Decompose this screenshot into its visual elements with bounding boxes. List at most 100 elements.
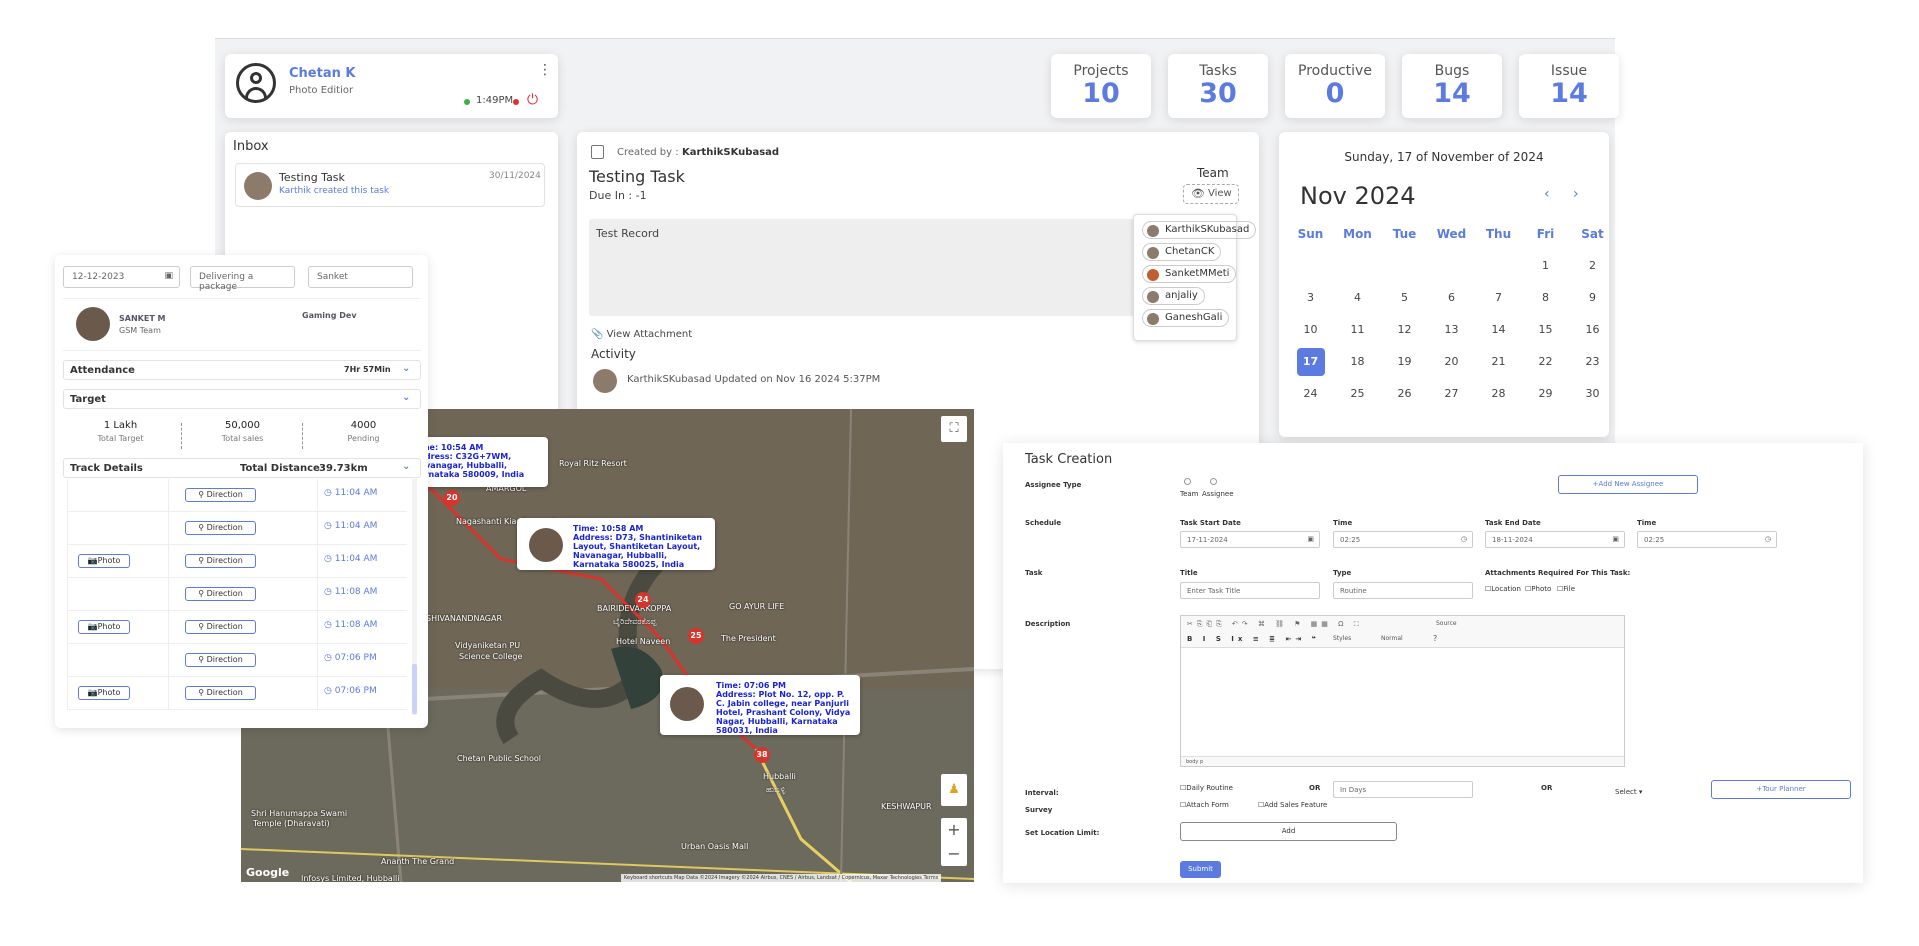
calendar-day[interactable]: 16 [1569, 314, 1616, 346]
calendar-day[interactable]: 13 [1428, 314, 1475, 346]
calendar-day[interactable]: 30 [1569, 378, 1616, 410]
tour-planner-button[interactable]: +Tour Planner [1711, 780, 1851, 799]
photo-button[interactable]: 📷Photo [78, 620, 130, 634]
attach-form-checkbox[interactable]: ☐Attach Form [1180, 801, 1229, 809]
calendar-day[interactable]: 19 [1381, 346, 1428, 378]
calendar-day[interactable]: 21 [1475, 346, 1522, 378]
zoom-out-button[interactable]: − [941, 842, 967, 866]
user-input[interactable]: Sanket [308, 266, 413, 288]
stat-tasks[interactable]: Tasks 30 [1168, 54, 1268, 118]
profile-time: 1:49PM [476, 95, 514, 106]
date-input[interactable]: 12-12-2023 ▣ [63, 266, 180, 288]
zoom-in-button[interactable]: + [941, 818, 967, 842]
photo-checkbox[interactable]: ☐Photo [1525, 585, 1551, 593]
team-member[interactable]: anjaliy [1142, 287, 1205, 305]
calendar-day[interactable]: 6 [1428, 282, 1475, 314]
end-time-input[interactable]: 02:25 ◷ [1637, 531, 1777, 548]
stat-projects[interactable]: Projects 10 [1051, 54, 1151, 118]
direction-button[interactable]: ⚲ Direction [185, 488, 256, 502]
type-input[interactable]: Routine [1333, 582, 1473, 599]
inbox-item[interactable]: Testing Task Karthik created this task 3… [235, 163, 545, 207]
calendar-day[interactable]: 15 [1522, 314, 1569, 346]
map-popup-2: Time: 10:58 AM Address: D73, Shantiniketa… [517, 518, 715, 570]
direction-button[interactable]: ⚲ Direction [185, 554, 256, 568]
direction-button[interactable]: ⚲ Direction [185, 653, 256, 667]
track-panel: 12-12-2023 ▣ Delivering a package Sanket … [55, 255, 428, 728]
select-dropdown[interactable]: Select ▾ [1615, 788, 1642, 796]
team-member[interactable]: ChetanCK [1142, 243, 1222, 261]
team-member[interactable]: GaneshGali [1142, 309, 1230, 327]
calendar-day[interactable]: 1 [1522, 250, 1569, 282]
task-title-input[interactable]: Enter Task Title [1180, 582, 1320, 599]
calendar-day[interactable]: 3 [1287, 282, 1334, 314]
team-list: KarthikSKubasad ChetanCK SanketMMeti anjali… [1133, 214, 1257, 341]
view-attachment-link[interactable]: 📎 View Attachment [591, 329, 692, 340]
calendar-day[interactable]: 17 [1287, 346, 1334, 378]
map-marker-pin[interactable]: 20 [444, 490, 460, 506]
calendar-day[interactable]: 12 [1381, 314, 1428, 346]
calendar-day[interactable]: 25 [1334, 378, 1381, 410]
calendar-day[interactable]: 5 [1381, 282, 1428, 314]
next-month-icon[interactable]: › [1573, 186, 1579, 202]
team-member[interactable]: SanketMMeti [1142, 265, 1237, 283]
add-new-assignee-button[interactable]: +Add New Assignee [1558, 475, 1698, 494]
direction-button[interactable]: ⚲ Direction [185, 620, 256, 634]
map-attribution[interactable]: Keyboard shortcuts Map Data ©2024 Imager… [621, 874, 942, 882]
calendar-day[interactable]: 28 [1475, 378, 1522, 410]
calendar-day[interactable]: 20 [1428, 346, 1475, 378]
calendar-day[interactable]: 27 [1428, 378, 1475, 410]
calendar-day[interactable]: 23 [1569, 346, 1616, 378]
calendar-day[interactable]: 2 [1569, 250, 1616, 282]
pegman-icon[interactable]: ♟ [941, 774, 967, 806]
end-date-input[interactable]: 18-11-2024 ▣ [1485, 531, 1625, 548]
direction-button[interactable]: ⚲ Direction [185, 521, 256, 535]
scrollbar[interactable] [412, 479, 417, 715]
start-time-input[interactable]: 02:25 ◷ [1333, 531, 1473, 548]
stat-productive[interactable]: Productive 0 [1285, 54, 1385, 118]
file-checkbox[interactable]: ☐File [1557, 585, 1575, 593]
direction-button[interactable]: ⚲ Direction [185, 587, 256, 601]
calendar-day[interactable]: 4 [1334, 282, 1381, 314]
rich-text-editor[interactable]: ✂⎘⎗⎘ ↶↷ ⌘ ⛓ ⚑ ▦▦ Ω ⛶ Source B I S Ix ≡ ≣… [1180, 615, 1625, 767]
team-member[interactable]: KarthikSKubasad [1142, 221, 1257, 239]
sales-feature-checkbox[interactable]: ☐Add Sales Feature [1258, 801, 1327, 809]
map-marker-pin[interactable]: 38 [754, 747, 770, 763]
map-marker-pin[interactable]: 25 [688, 628, 704, 644]
map-marker-pin[interactable]: 24 [635, 592, 651, 608]
add-location-button[interactable]: Add [1180, 822, 1397, 841]
track-details-section[interactable]: Track Details Total Distance 39.73km ⌄ [63, 458, 421, 478]
task-input[interactable]: Delivering a package [190, 266, 295, 292]
photo-button[interactable]: 📷Photo [78, 686, 130, 700]
calendar-day[interactable]: 11 [1334, 314, 1381, 346]
target-section[interactable]: Target ⌄ [63, 389, 421, 409]
calendar-day[interactable]: 9 [1569, 282, 1616, 314]
direction-button[interactable]: ⚲ Direction [185, 686, 256, 700]
view-team-button[interactable]: 👁 View [1183, 184, 1239, 204]
assignee-radio[interactable] [1210, 478, 1217, 485]
logout-icon[interactable]: ⏻ [527, 92, 538, 108]
calendar-day[interactable]: 18 [1334, 346, 1381, 378]
stat-bugs[interactable]: Bugs 14 [1402, 54, 1502, 118]
stat-issue[interactable]: Issue 14 [1519, 54, 1619, 118]
fullscreen-icon[interactable]: ⛶ [941, 416, 967, 442]
calendar-day[interactable]: 22 [1522, 346, 1569, 378]
prev-month-icon[interactable]: ‹ [1544, 186, 1550, 202]
calendar-day[interactable]: 8 [1522, 282, 1569, 314]
daily-routine-checkbox[interactable]: ☐Daily Routine [1180, 784, 1233, 792]
attendance-section[interactable]: Attendance 7Hr 57Min ⌄ [63, 360, 421, 380]
in-days-input[interactable]: In Days [1333, 781, 1473, 798]
calendar-day[interactable]: 26 [1381, 378, 1428, 410]
calendar-day[interactable]: 14 [1475, 314, 1522, 346]
calendar-day[interactable]: 24 [1287, 378, 1334, 410]
calendar-day[interactable]: 10 [1287, 314, 1334, 346]
calendar-day[interactable]: 29 [1522, 378, 1569, 410]
photo-button[interactable]: 📷Photo [78, 554, 130, 568]
more-icon[interactable]: ⋮ [538, 63, 552, 77]
map-label: Shri Hanumappa Swami [251, 809, 348, 818]
team-radio[interactable] [1184, 478, 1191, 485]
start-date-input[interactable]: 17-11-2024 ▣ [1180, 531, 1320, 548]
profile-name[interactable]: Chetan K [289, 66, 355, 81]
location-checkbox[interactable]: ☐Location [1485, 585, 1521, 593]
calendar-day[interactable]: 7 [1475, 282, 1522, 314]
submit-button[interactable]: Submit [1180, 861, 1221, 878]
